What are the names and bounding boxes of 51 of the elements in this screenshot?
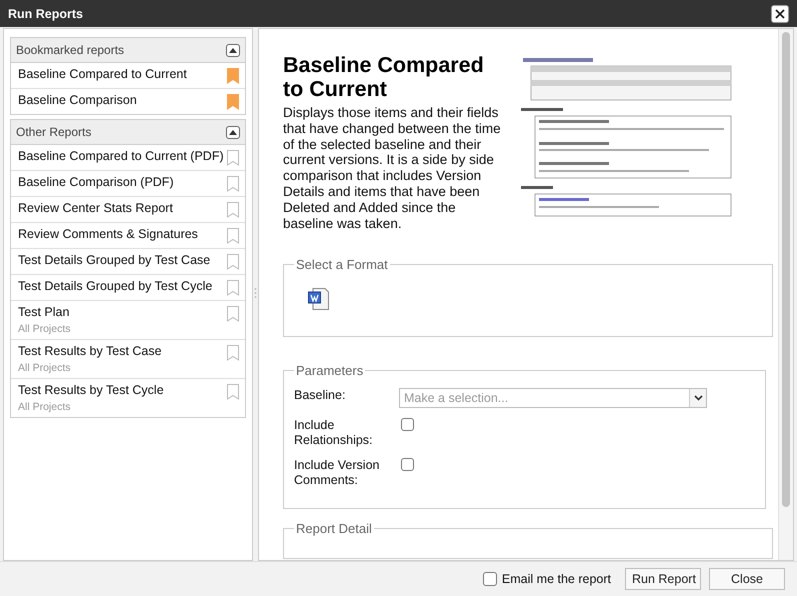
bookmark-icon[interactable] <box>227 94 239 110</box>
close-dialog-button[interactable]: Close <box>709 568 785 590</box>
bookmark-icon[interactable] <box>227 306 239 322</box>
report-link[interactable]: Test Details Grouped by Test Cycle <box>18 279 212 294</box>
report-detail-legend: Report Detail <box>294 521 374 536</box>
report-link[interactable]: Review Comments & Signatures <box>18 227 198 242</box>
field-label: Include Relationships: <box>294 418 374 448</box>
bookmark-icon[interactable] <box>227 280 239 296</box>
email-checkbox[interactable] <box>482 572 497 586</box>
window-title: Run Reports <box>8 6 83 20</box>
run-report-button[interactable]: Run Report <box>625 568 701 590</box>
scrollbar[interactable] <box>778 29 793 560</box>
report-link[interactable]: Test Plan <box>18 305 70 320</box>
close-icon <box>775 8 785 18</box>
bookmark-icon[interactable] <box>227 384 239 400</box>
report-link[interactable]: Baseline Compared to Current (PDF) <box>18 149 224 164</box>
bookmark-icon[interactable] <box>227 254 239 270</box>
email-label: Email me the report <box>502 572 611 586</box>
checkbox[interactable] <box>401 458 414 471</box>
group-title: Bookmarked reports <box>16 43 124 57</box>
report-scope: All Projects <box>18 362 71 374</box>
field-label: Baseline: <box>294 388 346 403</box>
bookmark-icon[interactable] <box>227 345 239 361</box>
bookmark-icon[interactable] <box>227 228 239 244</box>
bookmark-icon[interactable] <box>227 68 239 84</box>
report-description: Displays those items and their fields that have changed between the time of the selected baseline and their current versions. It is a side by side comparison that includes Version Details and items that have been Deleted and Added since the baseline was taken. <box>283 105 502 232</box>
bookmark-icon[interactable] <box>227 150 239 166</box>
report-link[interactable]: Test Details Grouped by Test Case <box>18 253 210 268</box>
report-link[interactable]: Review Center Stats Report <box>18 201 173 216</box>
collapse-toggle[interactable] <box>226 126 240 138</box>
report-link[interactable]: Test Results by Test Case <box>18 344 162 359</box>
group-title: Other Reports <box>16 125 92 139</box>
chevron-down-icon <box>694 395 702 401</box>
caret-up-icon <box>229 48 237 52</box>
word-document-icon[interactable] <box>308 288 329 310</box>
close-button[interactable] <box>771 4 789 22</box>
report-title: Baseline Compared to Current <box>283 53 485 101</box>
caret-up-icon <box>229 130 237 134</box>
report-scope: All Projects <box>18 401 71 413</box>
bookmark-icon[interactable] <box>227 176 239 192</box>
collapse-toggle[interactable] <box>226 44 240 56</box>
checkbox[interactable] <box>401 418 414 431</box>
field-label: Include Version Comments: <box>294 458 380 488</box>
report-scope: All Projects <box>18 323 71 335</box>
bookmark-icon[interactable] <box>227 202 239 218</box>
report-link[interactable]: Test Results by Test Cycle <box>18 383 164 398</box>
format-legend: Select a Format <box>294 257 390 272</box>
parameters-legend: Parameters <box>294 363 366 378</box>
report-link[interactable]: Baseline Comparison <box>18 93 137 108</box>
report-link[interactable]: Baseline Comparison (PDF) <box>18 175 174 190</box>
report-link[interactable]: Baseline Compared to Current <box>18 67 187 82</box>
